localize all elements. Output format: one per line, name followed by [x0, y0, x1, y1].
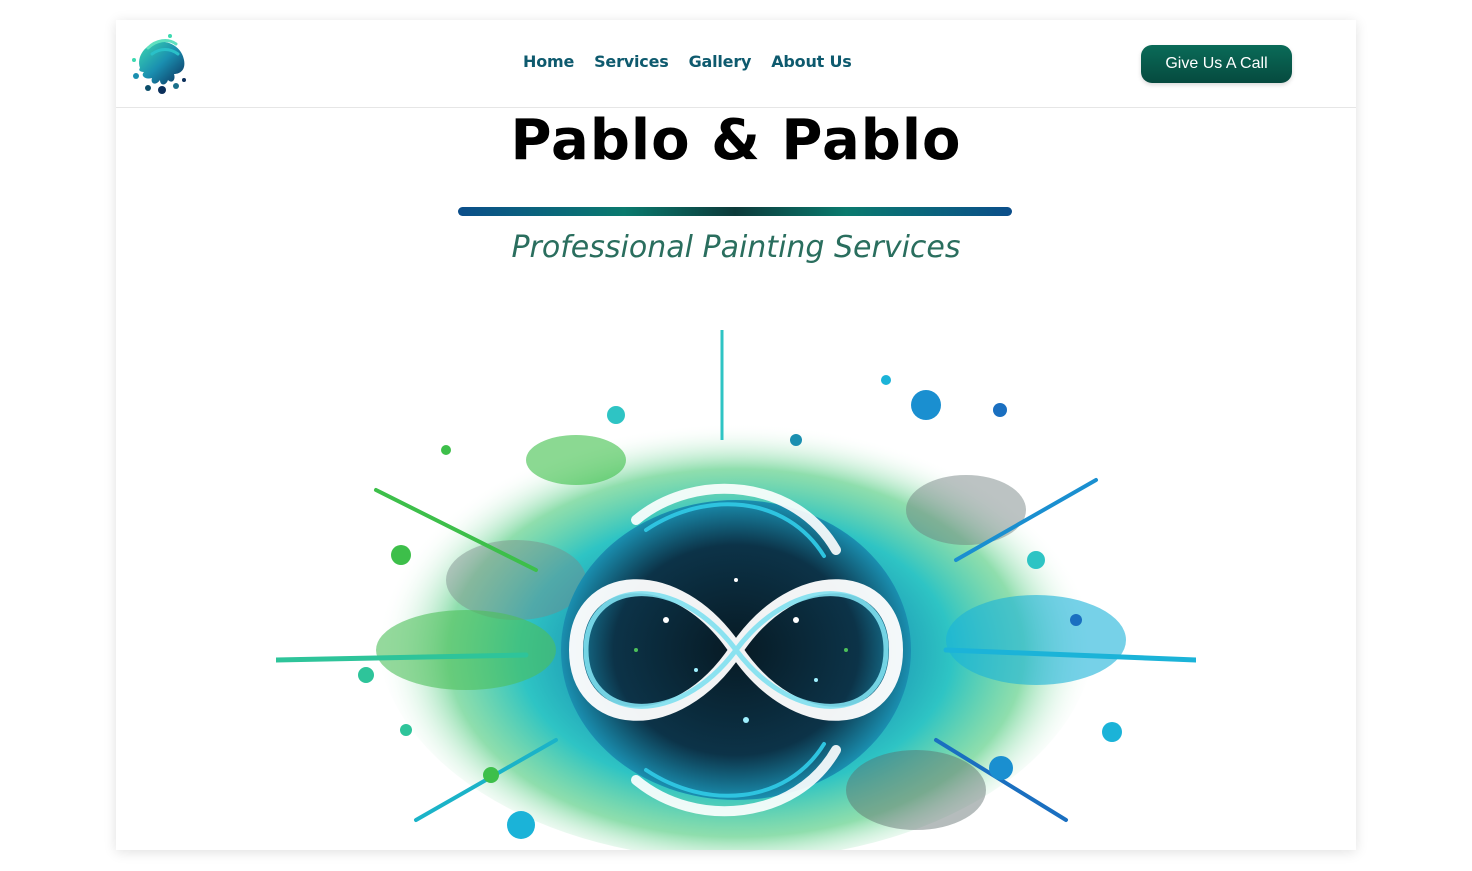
- site-header: Home Services Gallery About Us Give Us A…: [116, 20, 1356, 108]
- give-us-a-call-button[interactable]: Give Us A Call: [1141, 45, 1292, 83]
- paint-splash-logo-icon[interactable]: [126, 30, 192, 96]
- title-divider: [458, 207, 1012, 216]
- hero-title: Pablo & Pablo: [510, 108, 962, 173]
- main-nav: Home Services Gallery About Us: [523, 52, 852, 71]
- nav-home-link[interactable]: Home: [523, 52, 574, 71]
- nav-gallery-link[interactable]: Gallery: [689, 52, 752, 71]
- nav-about-us-link[interactable]: About Us: [771, 52, 852, 71]
- paint-splash-infinity-icon: [273, 320, 1199, 850]
- hero-subtitle: Professional Painting Services: [511, 230, 961, 265]
- page-frame: Home Services Gallery About Us Give Us A…: [116, 20, 1356, 850]
- nav-services-link[interactable]: Services: [594, 52, 669, 71]
